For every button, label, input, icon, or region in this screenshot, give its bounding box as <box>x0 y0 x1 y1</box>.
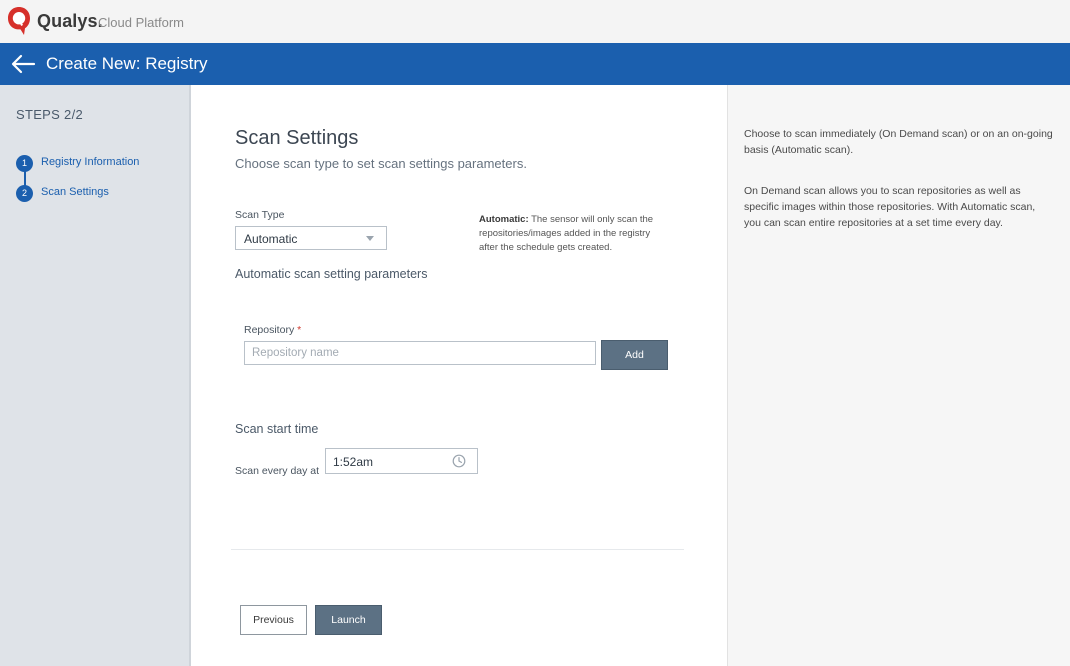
form-divider <box>231 549 684 550</box>
step-label: Scan Settings <box>41 186 109 198</box>
note-term: Automatic: <box>479 214 529 225</box>
scan-time-picker[interactable]: 1:52am <box>325 448 478 474</box>
scan-every-day-label: Scan every day at <box>235 465 320 477</box>
help-paragraph: Choose to scan immediately (On Demand sc… <box>744 128 1053 156</box>
scan-type-value: Automatic <box>244 232 298 246</box>
repository-input[interactable] <box>244 341 596 365</box>
launch-button[interactable]: Launch <box>315 605 382 635</box>
page-header: Create New: Registry <box>0 43 1070 85</box>
add-repository-button[interactable]: Add <box>601 340 668 370</box>
section-subtitle: Choose scan type to set scan settings pa… <box>235 156 527 171</box>
repository-label: Repository * <box>244 324 301 336</box>
required-asterisk: * <box>297 324 302 336</box>
scan-type-note: Automatic: The sensor will only scan the… <box>479 213 657 255</box>
scan-type-select[interactable]: Automatic <box>235 226 387 250</box>
step-number: 1 <box>16 155 33 172</box>
steps-counter: STEPS 2/2 <box>16 107 84 122</box>
brand-product: Cloud Platform <box>98 15 184 30</box>
brand-name: Qualys. <box>37 11 103 31</box>
qualys-logo-icon <box>8 7 30 35</box>
page-title: Create New: Registry <box>46 54 208 73</box>
scan-start-time-title: Scan start time <box>235 422 319 436</box>
repository-label-text: Repository <box>244 324 295 336</box>
chevron-down-icon <box>366 236 374 241</box>
scan-settings-form: Scan Settings Choose scan type to set sc… <box>191 85 726 666</box>
clock-icon <box>452 454 466 468</box>
step-label: Registry Information <box>41 156 140 168</box>
steps-sidebar: STEPS 2/2 1 Registry Information 2 Scan … <box>0 85 191 666</box>
scan-time-value: 1:52am <box>333 455 374 469</box>
step-number: 2 <box>16 185 33 202</box>
help-paragraph: On Demand scan allows you to scan reposi… <box>744 185 1036 229</box>
top-brand-bar: Qualys. Cloud Platform <box>0 0 1070 44</box>
help-panel: Choose to scan immediately (On Demand sc… <box>727 85 1070 666</box>
arrow-left-icon[interactable] <box>10 52 36 76</box>
auto-params-title: Automatic scan setting parameters <box>235 267 428 281</box>
previous-button[interactable]: Previous <box>240 605 307 635</box>
scan-type-label: Scan Type <box>235 209 285 221</box>
section-title: Scan Settings <box>235 127 359 149</box>
